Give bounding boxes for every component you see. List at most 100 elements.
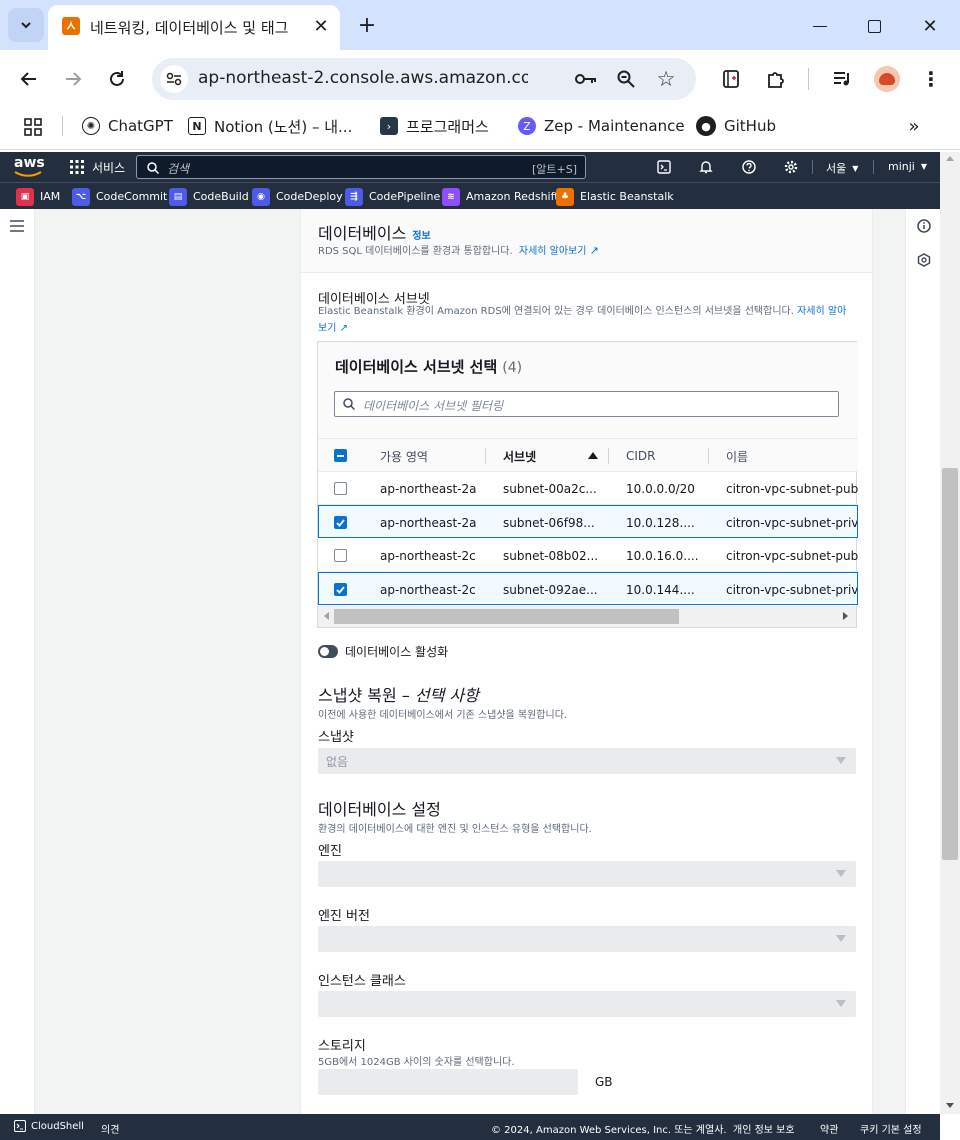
database-enable-toggle[interactable] bbox=[318, 645, 338, 658]
zep-icon: Z bbox=[518, 117, 536, 135]
privacy-link[interactable]: 개인 정보 보호 bbox=[733, 1121, 795, 1136]
scroll-down-arrow[interactable] bbox=[946, 1103, 954, 1108]
notifications-bell-icon[interactable] bbox=[698, 159, 714, 175]
browser-tab[interactable]: 네트워킹, 데이터베이스 및 태그 ✕ bbox=[48, 5, 340, 50]
bookmark-zep[interactable]: Z Zep - Maintenance bbox=[518, 108, 685, 144]
close-tab-icon[interactable]: ✕ bbox=[310, 15, 332, 37]
table-row[interactable]: ap-northeast-2c subnet-092ae... 10.0.144… bbox=[318, 572, 858, 605]
bookmark-github[interactable]: ● GitHub bbox=[696, 108, 776, 144]
header-cidr[interactable]: CIDR bbox=[626, 439, 656, 473]
info-link[interactable]: 정보 bbox=[412, 227, 430, 242]
beanstalk-favicon-icon bbox=[62, 17, 80, 35]
table-title: 데이터베이스 서브넷 선택 bbox=[335, 358, 498, 376]
password-key-icon[interactable] bbox=[574, 68, 598, 90]
reload-button[interactable] bbox=[104, 66, 130, 92]
fav-label: Elastic Beanstalk bbox=[580, 190, 674, 203]
region-label: 서울 bbox=[826, 162, 847, 175]
fav-elastic-beanstalk[interactable]: ♣ Elastic Beanstalk bbox=[556, 183, 674, 210]
cookie-settings-link[interactable]: 쿠키 기본 설정 bbox=[860, 1121, 922, 1136]
table-row[interactable]: ap-northeast-2c subnet-08b02... 10.0.16.… bbox=[318, 539, 858, 572]
table-horizontal-scrollbar[interactable] bbox=[318, 606, 856, 627]
address-bar[interactable]: ap-northeast-2.console.aws.amazon.com/el… bbox=[152, 58, 696, 100]
info-panel-icon[interactable] bbox=[915, 217, 933, 235]
bookmarks-divider bbox=[62, 116, 63, 136]
cell-cidr: 10.0.144.... bbox=[626, 582, 695, 597]
account-menu[interactable]: minji ▼ bbox=[888, 160, 927, 173]
copyright-text: © 2024, Amazon Web Services, Inc. 또는 계열사… bbox=[491, 1125, 727, 1136]
subnet-filter-input[interactable]: 데이터베이스 서브넷 필터링 bbox=[334, 391, 839, 417]
engine-version-select[interactable] bbox=[318, 926, 856, 952]
more-bookmarks-icon[interactable]: » bbox=[904, 114, 924, 138]
extension-notebook-icon[interactable] bbox=[720, 67, 742, 91]
media-queue-icon[interactable] bbox=[830, 67, 854, 91]
cloudshell-icon[interactable] bbox=[656, 159, 672, 175]
browser-menu-icon[interactable]: ⋮ bbox=[921, 66, 941, 92]
settings-gear-icon[interactable] bbox=[783, 159, 799, 175]
site-settings-icon[interactable] bbox=[160, 65, 188, 93]
row-checkbox[interactable] bbox=[334, 516, 347, 529]
scroll-up-arrow[interactable] bbox=[946, 156, 954, 161]
aws-search-input[interactable]: 검색 [알트+S] bbox=[136, 155, 586, 179]
cell-name: citron-vpc-subnet-private2 bbox=[726, 582, 857, 597]
fav-codedeploy[interactable]: ◉ CodeDeploy bbox=[252, 183, 343, 210]
instance-class-select[interactable] bbox=[318, 991, 856, 1017]
table-row[interactable]: ap-northeast-2a subnet-00a2c... 10.0.0.0… bbox=[318, 472, 858, 505]
terms-link[interactable]: 약관 bbox=[820, 1121, 838, 1136]
grid-icon bbox=[70, 160, 84, 174]
bookmark-chatgpt[interactable]: ✺ ChatGPT bbox=[82, 108, 173, 144]
bookmark-programmers[interactable]: › 프로그래머스 bbox=[380, 108, 489, 144]
page-scroll-thumb[interactable] bbox=[942, 468, 958, 860]
profile-avatar[interactable] bbox=[874, 66, 900, 92]
subnet-learn-more-cont[interactable]: 보기 ↗ bbox=[318, 319, 348, 334]
back-button[interactable] bbox=[16, 66, 42, 92]
snapshot-select[interactable]: 없음 bbox=[318, 748, 856, 774]
user-label: minji bbox=[888, 160, 915, 173]
table-row[interactable]: ap-northeast-2a subnet-06f98... 10.0.128… bbox=[318, 505, 858, 538]
subnet-learn-more-link[interactable]: 자세히 알아 bbox=[797, 306, 846, 317]
forward-button[interactable] bbox=[60, 66, 86, 92]
row-checkbox[interactable] bbox=[334, 583, 347, 596]
cloudshell-icon bbox=[14, 1120, 26, 1132]
header-az[interactable]: 가용 영역 bbox=[380, 439, 428, 473]
engine-select[interactable] bbox=[318, 861, 856, 887]
feedback-link[interactable]: 의견 bbox=[101, 1121, 119, 1136]
new-tab-button[interactable]: + bbox=[354, 12, 380, 38]
fav-redshift[interactable]: ≋ Amazon Redshift bbox=[442, 183, 559, 210]
cloudshell-footer-button[interactable]: CloudShell bbox=[14, 1120, 84, 1132]
close-window-button[interactable]: ✕ bbox=[918, 14, 942, 38]
fav-codepipeline[interactable]: ⇶ CodePipeline bbox=[345, 183, 440, 210]
minimize-button[interactable] bbox=[808, 14, 832, 38]
header-name[interactable]: 이름 bbox=[726, 439, 748, 473]
database-enable-label: 데이터베이스 활성화 bbox=[345, 645, 449, 659]
fav-codecommit[interactable]: ⌥ CodeCommit bbox=[72, 183, 167, 210]
bookmark-notion[interactable]: N Notion (노션) – 내... bbox=[188, 108, 352, 144]
apps-grid-icon[interactable] bbox=[22, 116, 44, 138]
scroll-right-arrow[interactable] bbox=[843, 612, 848, 620]
hexagon-settings-icon[interactable] bbox=[915, 251, 933, 269]
tab-search-button[interactable] bbox=[8, 8, 44, 42]
bookmark-star-icon[interactable]: ☆ bbox=[654, 67, 678, 91]
header-subnet[interactable]: 서브넷 bbox=[503, 439, 536, 473]
fav-label: CodeBuild bbox=[193, 190, 249, 203]
zoom-icon[interactable] bbox=[614, 68, 638, 90]
select-all-checkbox[interactable] bbox=[334, 449, 347, 462]
row-checkbox[interactable] bbox=[334, 549, 347, 562]
row-checkbox[interactable] bbox=[334, 482, 347, 495]
maximize-button[interactable] bbox=[862, 14, 886, 38]
fav-label: CodeDeploy bbox=[276, 190, 343, 203]
region-selector[interactable]: 서울 ▼ bbox=[826, 160, 858, 176]
fav-codebuild[interactable]: ▤ CodeBuild bbox=[169, 183, 249, 210]
storage-input[interactable] bbox=[318, 1069, 578, 1095]
scroll-thumb[interactable] bbox=[334, 609, 679, 624]
hamburger-menu-icon[interactable] bbox=[8, 217, 26, 235]
scroll-left-arrow[interactable] bbox=[324, 612, 329, 620]
bookmarks-bar: ✺ ChatGPT N Notion (노션) – 내... › 프로그래머스 … bbox=[0, 108, 960, 150]
extensions-puzzle-icon[interactable] bbox=[764, 67, 788, 91]
help-icon[interactable] bbox=[741, 159, 757, 175]
fav-iam[interactable]: ▣ IAM bbox=[16, 183, 60, 210]
snapshot-desc: 이전에 사용한 데이터베이스에서 기존 스냅샷을 복원합니다. bbox=[318, 710, 568, 721]
services-menu[interactable]: 서비스 bbox=[70, 159, 125, 175]
cell-name: citron-vpc-subnet-public1 bbox=[726, 481, 858, 496]
aws-logo[interactable]: aws bbox=[14, 155, 45, 179]
learn-more-link[interactable]: 자세히 알아보기 bbox=[519, 246, 587, 257]
